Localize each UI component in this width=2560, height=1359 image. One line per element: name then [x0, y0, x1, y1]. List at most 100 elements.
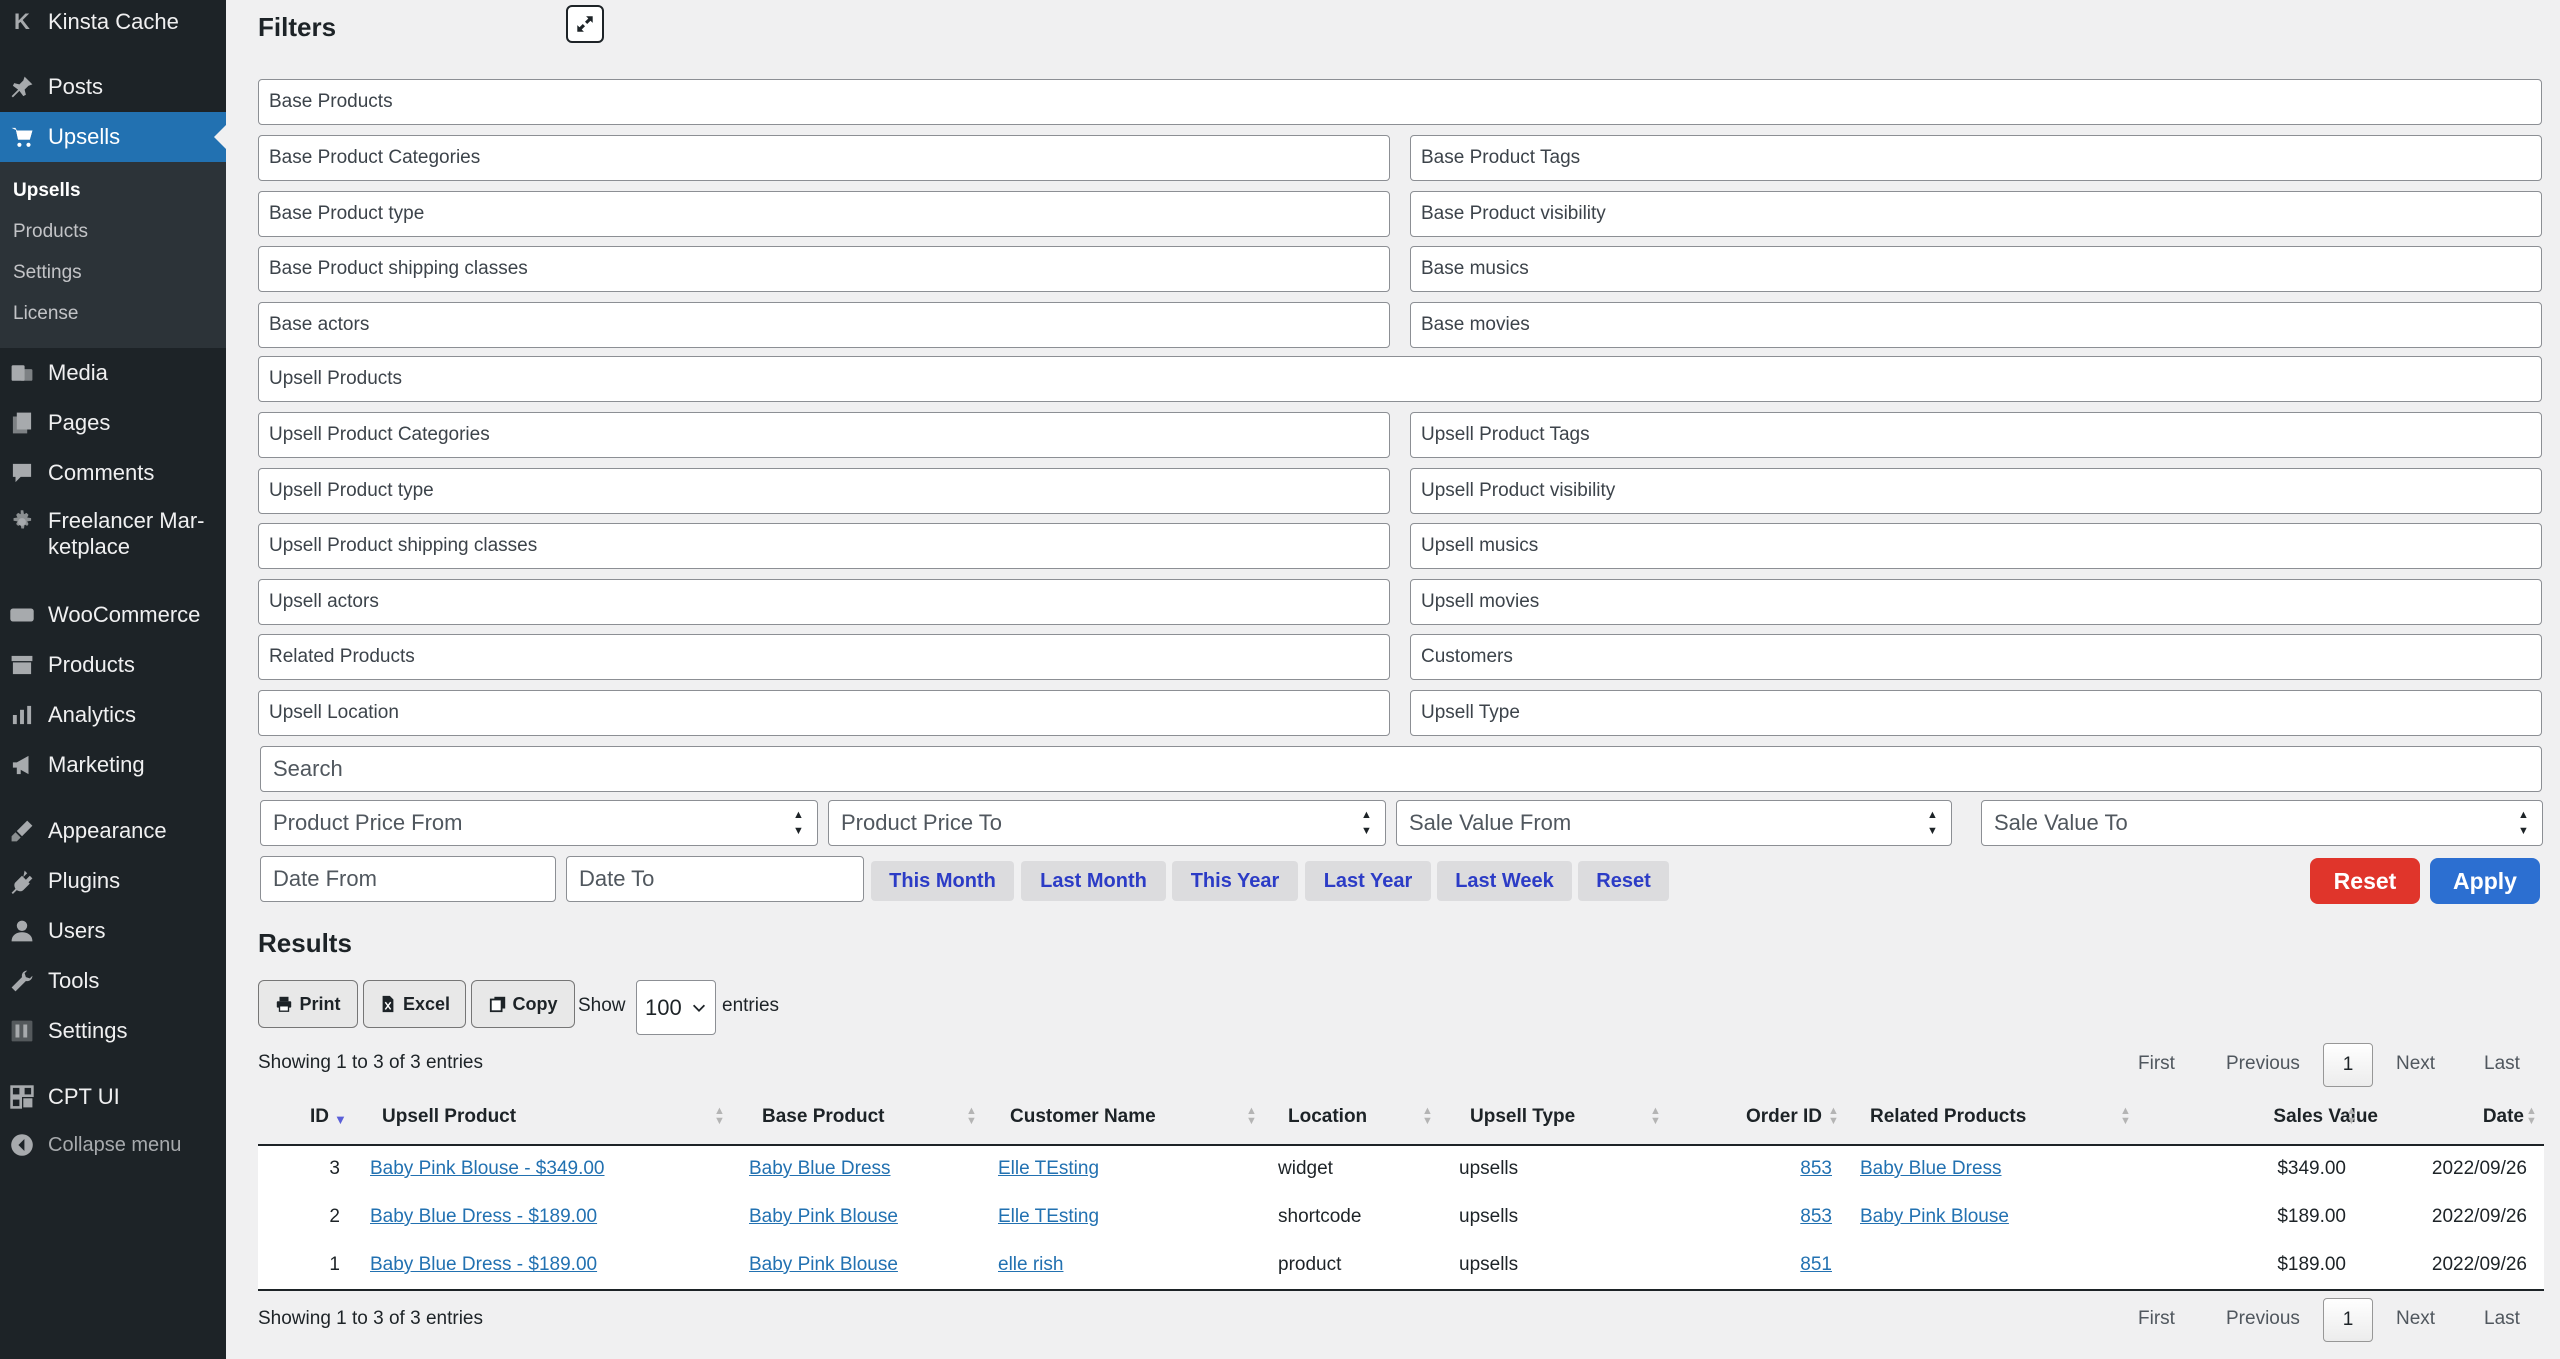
menu-item-media[interactable]: Media — [0, 352, 226, 394]
upsell-filter-field[interactable]: Upsell musics — [1410, 523, 2542, 569]
base-filter-field[interactable]: Base actors — [258, 301, 1390, 348]
pager-current-page[interactable]: 1 — [2323, 1043, 2373, 1087]
stepper-icon[interactable]: ▲ ▼ — [793, 809, 807, 837]
menu-item-analytics[interactable]: Analytics — [0, 694, 226, 736]
table-cell-link[interactable]: Baby Blue Dress — [1860, 1158, 2002, 1180]
base-products-field[interactable]: Base Products — [258, 79, 2542, 125]
pager-previous-button[interactable]: Previous — [2226, 1053, 2300, 1075]
table-cell-link[interactable]: Elle TEsting — [998, 1158, 1099, 1180]
table-cell-link[interactable]: Baby Pink Blouse — [749, 1206, 898, 1228]
quick-reset-button[interactable]: Reset — [1578, 861, 1669, 901]
last-week-button[interactable]: Last Week — [1437, 861, 1572, 901]
table-cell-link[interactable]: 853 — [1800, 1206, 1832, 1228]
submenu-products[interactable]: Products — [13, 221, 88, 243]
base-filter-field[interactable]: Base movies — [1410, 301, 2542, 348]
upsell-filter-field[interactable]: Related Products — [258, 634, 1390, 680]
column-header[interactable]: ID — [310, 1106, 329, 1128]
table-cell-link[interactable]: Baby Blue Dress — [749, 1158, 891, 1180]
table-cell-link[interactable]: Baby Blue Dress - $189.00 — [370, 1254, 597, 1276]
base-filter-field[interactable]: Base Product type — [258, 190, 1390, 237]
base-filter-field[interactable]: Base musics — [1410, 246, 2542, 292]
menu-item-appearance[interactable]: Appearance — [0, 810, 226, 852]
column-header[interactable]: Order ID — [1746, 1106, 1822, 1128]
base-filter-field[interactable]: Base Product shipping classes — [258, 246, 1390, 292]
menu-item-products[interactable]: Products — [0, 644, 226, 686]
date-to-field[interactable]: Date To — [566, 856, 864, 902]
entries-select[interactable]: 100 — [636, 980, 716, 1035]
menu-item-cpt-ui[interactable]: CPT UI — [0, 1076, 226, 1118]
menu-item-posts[interactable]: Posts — [0, 66, 226, 108]
date-from-field[interactable]: Date From — [260, 856, 556, 902]
submenu-settings[interactable]: Settings — [13, 262, 82, 284]
menu-item-marketing[interactable]: Marketing — [0, 744, 226, 786]
upsell-filter-field[interactable]: Upsell Product visibility — [1410, 467, 2542, 514]
base-filter-field[interactable]: Base Product visibility — [1410, 190, 2542, 237]
stepper-icon[interactable]: ▲ ▼ — [2518, 809, 2532, 837]
upsell-filter-field[interactable]: Upsell actors — [258, 578, 1390, 625]
pager-current-page[interactable]: 1 — [2323, 1298, 2373, 1342]
column-header[interactable]: Customer Name — [1010, 1106, 1156, 1128]
table-cell-link[interactable]: Baby Pink Blouse — [1860, 1206, 2009, 1228]
table-cell-link[interactable]: 853 — [1800, 1158, 1832, 1180]
upsell-filter-field[interactable]: Upsell Product Tags — [1410, 412, 2542, 458]
upsell-filter-field[interactable]: Upsell Product type — [258, 467, 1390, 514]
copy-button[interactable]: Copy — [471, 980, 575, 1028]
stepper-icon[interactable]: ▲ ▼ — [1927, 809, 1941, 837]
search-input[interactable]: Search — [260, 746, 2542, 792]
last-month-button[interactable]: Last Month — [1021, 861, 1166, 901]
upsell-filter-field[interactable]: Customers — [1410, 634, 2542, 680]
menu-item-tools[interactable]: Tools — [0, 960, 226, 1002]
apply-button[interactable]: Apply — [2430, 858, 2540, 904]
pager-first-button[interactable]: First — [2138, 1053, 2175, 1075]
reset-button[interactable]: Reset — [2310, 858, 2420, 904]
numeric-filter-field[interactable]: Sale Value From ▲ ▼ — [1396, 800, 1952, 846]
menu-item-settings[interactable]: Settings — [0, 1010, 226, 1052]
pager-next-button[interactable]: Next — [2396, 1053, 2435, 1075]
collapse-menu-button[interactable]: Collapse menu — [0, 1130, 181, 1160]
pager-last-button[interactable]: Last — [2484, 1053, 2520, 1075]
pager-first-button[interactable]: First — [2138, 1308, 2175, 1330]
column-header[interactable]: Date — [2483, 1106, 2524, 1128]
column-header[interactable]: Upsell Type — [1470, 1106, 1575, 1128]
menu-item-freelancer-marketplace[interactable]: Freelancer Mar- ketplace — [0, 508, 226, 564]
numeric-filter-field[interactable]: Sale Value To ▲ ▼ — [1981, 800, 2543, 846]
upsell-filter-field[interactable]: Upsell movies — [1410, 578, 2542, 625]
upsell-filter-field[interactable]: Upsell Product shipping classes — [258, 523, 1390, 569]
column-header[interactable]: Upsell Product — [382, 1106, 516, 1128]
column-header[interactable]: Related Products — [1870, 1106, 2026, 1128]
table-cell-link[interactable]: Baby Pink Blouse — [749, 1254, 898, 1276]
upsell-products-field[interactable]: Upsell Products — [258, 356, 2542, 402]
numeric-filter-field[interactable]: Product Price From ▲ ▼ — [260, 800, 818, 846]
expand-filters-button[interactable] — [566, 5, 604, 43]
column-header[interactable]: Location — [1288, 1106, 1367, 1128]
upsell-filter-field[interactable]: Upsell Type — [1410, 689, 2542, 736]
last-year-button[interactable]: Last Year — [1305, 861, 1431, 901]
this-month-button[interactable]: This Month — [871, 861, 1014, 901]
table-cell-link[interactable]: Elle TEsting — [998, 1206, 1099, 1228]
submenu-upsells[interactable]: Upsells — [13, 180, 81, 202]
stepper-icon[interactable]: ▲ ▼ — [1361, 809, 1375, 837]
table-cell-link[interactable]: Baby Pink Blouse - $349.00 — [370, 1158, 605, 1180]
menu-item-comments[interactable]: Comments — [0, 452, 226, 494]
excel-button[interactable]: Excel — [363, 980, 466, 1028]
pager-last-button[interactable]: Last — [2484, 1308, 2520, 1330]
column-header[interactable]: Sales Value — [2273, 1106, 2378, 1128]
this-year-button[interactable]: This Year — [1172, 861, 1298, 901]
menu-item-upsells[interactable]: Upsells — [0, 112, 226, 162]
pager-previous-button[interactable]: Previous — [2226, 1308, 2300, 1330]
base-filter-field[interactable]: Base Product Categories — [258, 135, 1390, 181]
menu-item-plugins[interactable]: Plugins — [0, 860, 226, 902]
table-cell-link[interactable]: Baby Blue Dress - $189.00 — [370, 1206, 597, 1228]
menu-item-pages[interactable]: Pages — [0, 402, 226, 444]
table-cell-link[interactable]: elle rish — [998, 1254, 1063, 1276]
column-header[interactable]: Base Product — [762, 1106, 884, 1128]
menu-item-woocommerce[interactable]: WooCommerce — [0, 594, 226, 636]
upsell-filter-field[interactable]: Upsell Location — [258, 689, 1390, 736]
menu-item-kinsta-cache[interactable]: K Kinsta Cache — [0, 2, 226, 42]
pager-next-button[interactable]: Next — [2396, 1308, 2435, 1330]
menu-item-users[interactable]: Users — [0, 910, 226, 952]
numeric-filter-field[interactable]: Product Price To ▲ ▼ — [828, 800, 1386, 846]
base-filter-field[interactable]: Base Product Tags — [1410, 135, 2542, 181]
submenu-license[interactable]: License — [13, 303, 79, 325]
table-cell-link[interactable]: 851 — [1800, 1254, 1832, 1276]
